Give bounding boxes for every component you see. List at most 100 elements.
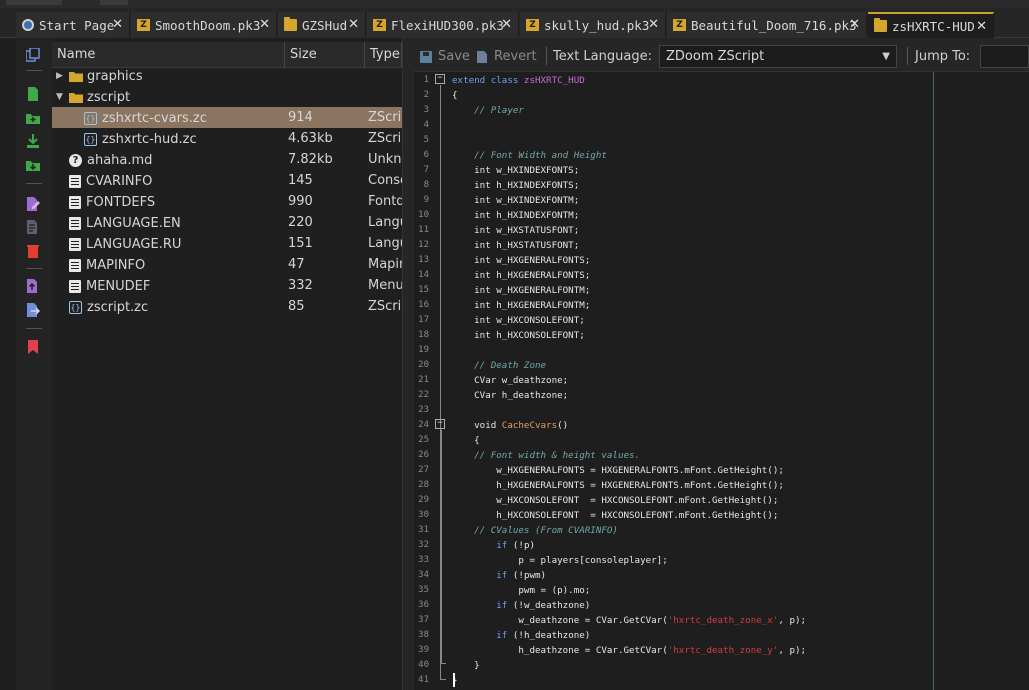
code-line: h_HXCONSOLEFONT = HXCONSOLEFONT.mFont.Ge…	[452, 508, 778, 523]
tree-entry[interactable]: {} zshxrtc-hud.zc 4.63kb ZScri	[52, 128, 402, 149]
code-text-token: (!w_deathzone)	[507, 600, 591, 611]
new-folder-icon[interactable]	[26, 111, 40, 125]
text-cursor	[453, 673, 455, 687]
tree-folder-zscript[interactable]: ▼ zscript	[52, 86, 402, 107]
tab-flexihud[interactable]: Z FlexiHUD300.pk3 ✕	[367, 12, 519, 38]
save-button[interactable]: Save	[420, 49, 470, 64]
text-language-select[interactable]: ZDoom ZScript ▼	[659, 45, 897, 68]
toolbar-separator	[907, 47, 908, 65]
tree-entry[interactable]: MAPINFO 47 Mapin	[52, 254, 402, 275]
line-number: 26	[418, 450, 429, 460]
entry-name: zscript.zc	[87, 299, 149, 315]
entry-type: Unkno	[368, 152, 402, 167]
tree-entry[interactable]: ? ahaha.md 7.82kb Unkno	[52, 149, 402, 170]
pk3-icon: Z	[673, 19, 686, 31]
code-line: if (!pwm)	[452, 568, 546, 583]
tab-smoothdoom[interactable]: Z SmoothDoom.pk3 ✕	[131, 12, 277, 38]
jump-to-input[interactable]	[980, 45, 1029, 68]
line-number: 14	[418, 270, 429, 280]
code-line: int h_HXGENERALFONTS;	[452, 268, 590, 283]
code-line: if (!w_deathzone)	[452, 598, 590, 613]
tree-entry[interactable]: {} zscript.zc 85 ZScri	[52, 296, 402, 317]
code-text[interactable]: extend class zsHXRTC_HUD { // Player // F…	[452, 72, 932, 690]
export-icon[interactable]	[26, 279, 40, 293]
close-icon[interactable]: ✕	[348, 17, 359, 32]
code-line: extend class zsHXRTC_HUD	[452, 73, 585, 88]
line-number: 17	[418, 315, 429, 325]
line-number: 5	[423, 135, 429, 145]
line-number: 2	[423, 90, 429, 100]
panel-splitter[interactable]	[402, 38, 414, 690]
delete-icon[interactable]	[26, 244, 40, 258]
code-line: {	[452, 433, 480, 448]
entry-type: Langu	[368, 215, 402, 230]
expand-arrow-icon[interactable]: ▶	[56, 71, 66, 81]
tab-skully-hud[interactable]: Z skully_hud.pk3 ✕	[520, 12, 666, 38]
code-text-token: int w_HXSTATUSFONT;	[452, 225, 580, 236]
code-text-token: int h_HXCONSOLEFONT;	[452, 330, 585, 341]
tree-entry[interactable]: LANGUAGE.EN 220 Langu	[52, 212, 402, 233]
line-number: 18	[418, 330, 429, 340]
tab-beautiful-doom[interactable]: Z Beautiful_Doom_716.pk3 ✕	[667, 12, 867, 38]
import-folder-icon[interactable]	[26, 158, 40, 172]
tree-entry[interactable]: MENUDEF 332 Menu	[52, 275, 402, 296]
code-text-token: , p);	[778, 615, 807, 626]
close-icon[interactable]: ✕	[849, 17, 860, 32]
save-label: Save	[438, 49, 470, 64]
code-text-token: int h_HXGENERALFONTS;	[452, 270, 591, 281]
export-as-icon[interactable]	[26, 303, 40, 317]
entry-type: Conso	[368, 173, 402, 188]
close-icon[interactable]: ✕	[976, 19, 987, 34]
fold-toggle-icon[interactable]: −	[435, 419, 445, 429]
tab-label: GZSHud	[302, 17, 348, 33]
revert-icon	[477, 50, 487, 63]
fold-toggle-icon[interactable]: −	[435, 74, 445, 84]
entry-name: graphics	[87, 68, 143, 84]
close-icon[interactable]: ✕	[501, 17, 512, 32]
revert-button[interactable]: Revert	[476, 49, 537, 64]
code-line: int h_HXSTATUSFONT;	[452, 238, 579, 253]
code-text-token: (!h_deathzone)	[507, 630, 591, 641]
code-text-token: int h_HXSTATUSFONT;	[452, 240, 580, 251]
code-line: // Font Width and Height	[452, 148, 607, 163]
collapse-arrow-icon[interactable]: ▼	[56, 92, 66, 102]
close-icon[interactable]: ✕	[112, 17, 123, 32]
code-text-token: int h_HXINDEXFONTS;	[452, 180, 580, 191]
copy-entries-icon[interactable]	[26, 48, 40, 62]
code-line: p = players[consoleplayer];	[452, 553, 667, 568]
line-number: 4	[423, 120, 429, 130]
text-file-icon	[69, 279, 81, 293]
code-comment: // Font Width and Height	[474, 150, 607, 161]
tree-entry[interactable]: FONTDEFS 990 Fontd	[52, 191, 402, 212]
entry-size: 145	[288, 173, 313, 188]
code-line: if (!h_deathzone)	[452, 628, 590, 643]
tree-folder-graphics[interactable]: ▶ graphics	[52, 65, 402, 86]
new-entry-icon[interactable]	[26, 87, 40, 101]
tab-zshxrtc-hud[interactable]: zsHXRTC-HUD ✕	[868, 12, 994, 38]
edit-entry-icon[interactable]	[26, 220, 40, 234]
close-icon[interactable]: ✕	[648, 17, 659, 32]
toolbar-separator	[26, 70, 42, 71]
code-text-token: CVar w_deathzone;	[452, 375, 569, 386]
code-line: pwm = (p).mo;	[452, 583, 590, 598]
tree-entry-selected[interactable]: {} zshxrtc-cvars.zc 914 ZScri	[52, 107, 402, 128]
close-icon[interactable]: ✕	[259, 17, 270, 32]
code-line: int w_HXINDEXFONTM;	[452, 193, 579, 208]
tree-entry[interactable]: CVARINFO 145 Conso	[52, 170, 402, 191]
code-text-token: ()	[557, 420, 569, 431]
line-number: 28	[418, 480, 429, 490]
bookmark-icon[interactable]	[26, 340, 40, 354]
fold-end-marker	[440, 679, 446, 680]
rename-icon[interactable]	[26, 197, 40, 211]
tree-entry[interactable]: LANGUAGE.RU 151 Langu	[52, 233, 402, 254]
home-icon	[22, 19, 34, 31]
entry-type: Fontd	[368, 194, 402, 209]
code-line: int w_HXSTATUSFONT;	[452, 223, 579, 238]
code-editor[interactable]: 1 2 3 4 5 6 7 8 9 10 11 12 13 14 15 16 17 18 19 20 21 22 23 24 2…	[414, 72, 1029, 690]
line-number: 27	[418, 465, 429, 475]
code-line: {	[452, 88, 458, 103]
import-icon[interactable]	[26, 134, 40, 148]
tab-gzshud[interactable]: GZSHud ✕	[278, 12, 366, 38]
tab-start-page[interactable]: Start Page ✕	[16, 12, 130, 38]
